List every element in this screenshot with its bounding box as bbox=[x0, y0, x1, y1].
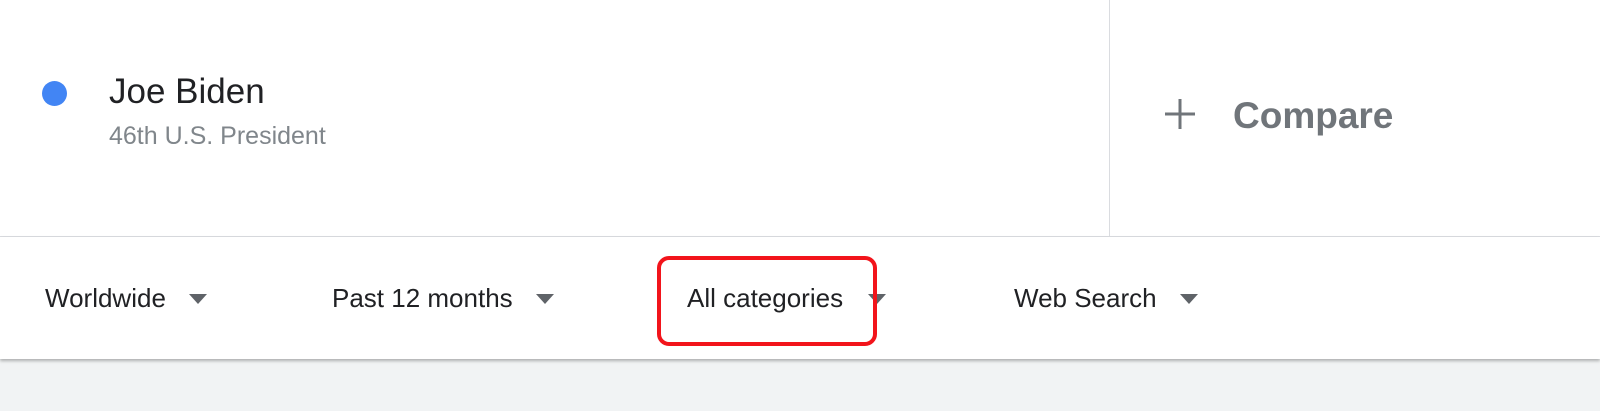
location-label: Worldwide bbox=[45, 283, 166, 313]
time-range-label: Past 12 months bbox=[332, 283, 513, 313]
caret-down-icon bbox=[868, 294, 887, 304]
comparison-bar: Joe Biden 46th U.S. President Compare bbox=[0, 0, 1600, 237]
time-range-dropdown[interactable]: Past 12 months bbox=[332, 237, 554, 359]
search-property-dropdown[interactable]: Web Search bbox=[1014, 237, 1198, 359]
search-term-card[interactable]: Joe Biden 46th U.S. President bbox=[0, 0, 1110, 236]
compare-label: Compare bbox=[1233, 95, 1394, 136]
search-term-description: 46th U.S. President bbox=[109, 122, 326, 150]
plus-icon bbox=[1165, 99, 1195, 129]
series-color-dot bbox=[42, 81, 67, 106]
caret-down-icon bbox=[1179, 294, 1198, 304]
caret-down-icon bbox=[535, 294, 554, 304]
search-property-label: Web Search bbox=[1014, 283, 1157, 313]
category-label: All categories bbox=[687, 283, 844, 313]
trends-explore-header: Joe Biden 46th U.S. President Compare Wo… bbox=[0, 0, 1600, 411]
filter-bar: Worldwide Past 12 months All categories … bbox=[0, 237, 1600, 359]
caret-down-icon bbox=[188, 294, 207, 304]
search-term-name: Joe Biden bbox=[109, 72, 265, 111]
content-background bbox=[0, 359, 1600, 411]
category-dropdown[interactable]: All categories bbox=[687, 237, 887, 359]
location-dropdown[interactable]: Worldwide bbox=[45, 237, 207, 359]
